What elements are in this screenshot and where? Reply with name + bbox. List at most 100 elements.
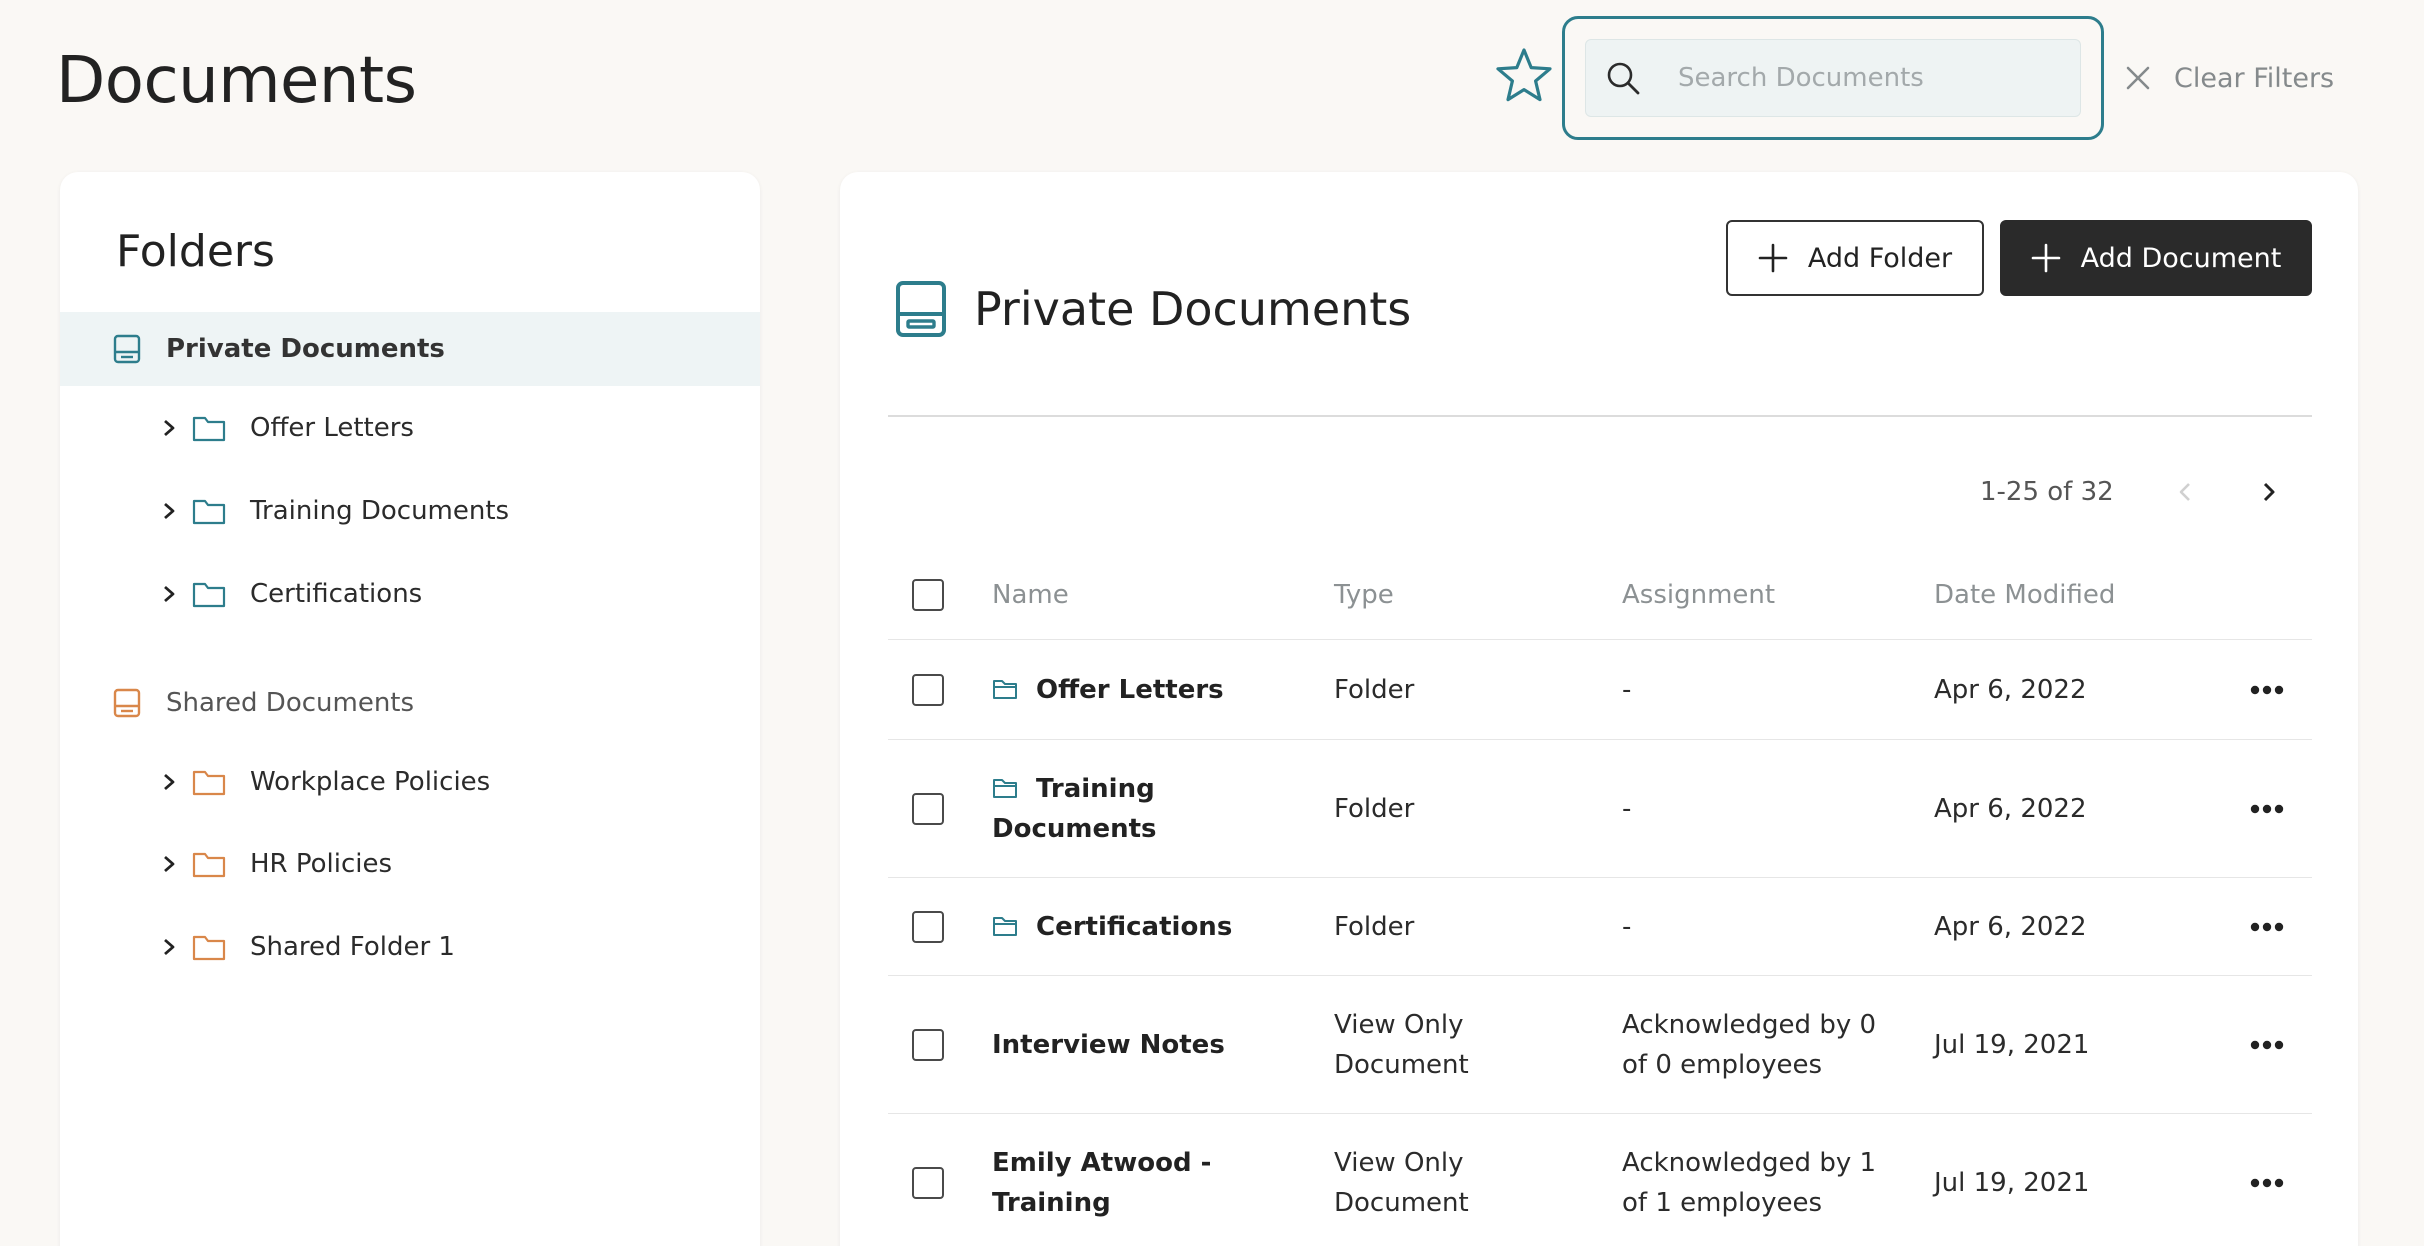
sidebar-folder-label: HR Policies (250, 849, 393, 879)
clear-filters-button[interactable]: Clear Filters (2124, 58, 2334, 98)
column-header-type[interactable]: Type (1334, 550, 1594, 639)
more-options-icon[interactable] (2250, 1177, 2284, 1189)
sidebar-folder-offer-letters[interactable]: Offer Letters (60, 398, 760, 458)
folder-icon (993, 679, 1017, 699)
header-checkbox-cell (912, 550, 944, 639)
row-name[interactable]: Emily Atwood - Training (992, 1143, 1322, 1223)
chevron-right-icon[interactable] (158, 417, 180, 439)
table-row[interactable]: Offer Letters Folder - Apr 6, 2022 (888, 640, 2312, 740)
search-box[interactable] (1585, 39, 2081, 117)
row-checkbox-cell (912, 740, 944, 877)
row-assignment: - (1622, 793, 1632, 824)
row-checkbox-cell (912, 976, 944, 1113)
sidebar-folder-label: Offer Letters (250, 413, 414, 443)
chevron-right-icon[interactable] (158, 771, 180, 793)
sidebar-folder-shared-folder-1[interactable]: Shared Folder 1 (60, 917, 760, 977)
table-header: Name Type Assignment Date Modified (888, 550, 2312, 640)
star-icon[interactable] (1494, 46, 1554, 106)
add-folder-label: Add Folder (1807, 242, 1953, 274)
folder-icon (192, 499, 226, 525)
table-row[interactable]: Emily Atwood - Training View Only Docume… (888, 1114, 2312, 1246)
row-more-cell (2250, 1114, 2284, 1246)
add-document-button[interactable]: Add Document (2000, 220, 2312, 296)
sidebar-folder-hr-policies[interactable]: HR Policies (60, 834, 760, 894)
add-document-label: Add Document (2080, 242, 2282, 274)
row-checkbox[interactable] (912, 1028, 944, 1061)
plus-icon (1758, 243, 1788, 273)
more-options-icon[interactable] (2250, 921, 2284, 933)
row-name[interactable]: Certifications (1036, 912, 1232, 942)
row-more-cell (2250, 740, 2284, 877)
documents-panel: Private Documents Add Folder Add Documen… (840, 172, 2358, 1246)
row-checkbox-cell (912, 878, 944, 975)
more-options-icon[interactable] (2250, 684, 2284, 696)
row-checkbox-cell (912, 1114, 944, 1246)
row-date-modified: Apr 6, 2022 (1934, 911, 2087, 942)
row-type: View Only Document (1334, 1009, 1469, 1080)
add-folder-button[interactable]: Add Folder (1726, 220, 1984, 296)
more-options-icon[interactable] (2250, 1039, 2284, 1051)
sidebar-item-private-documents[interactable]: Private Documents (60, 312, 760, 386)
chevron-right-icon[interactable] (158, 500, 180, 522)
row-name-cell: Certifications (992, 878, 1322, 975)
table-row[interactable]: Certifications Folder - Apr 6, 2022 (888, 878, 2312, 976)
row-checkbox[interactable] (912, 673, 944, 706)
clear-filters-label: Clear Filters (2174, 62, 2335, 94)
chevron-left-icon[interactable] (2172, 479, 2198, 505)
row-type: Folder (1334, 793, 1415, 824)
row-checkbox[interactable] (912, 1167, 944, 1199)
row-more-cell (2250, 640, 2284, 739)
folders-sidebar: Folders Private Documents Offer Letters … (60, 172, 760, 1246)
row-type: View Only Document (1334, 1148, 1469, 1218)
row-assignment: - (1622, 911, 1632, 942)
drawer-icon (113, 334, 141, 364)
row-checkbox[interactable] (912, 910, 944, 943)
row-name[interactable]: Interview Notes (992, 1025, 1225, 1065)
sidebar-item-label: Private Documents (166, 334, 445, 364)
drawer-icon (896, 281, 946, 337)
chevron-right-icon[interactable] (158, 583, 180, 605)
column-header-name[interactable]: Name (992, 550, 1322, 639)
search-input[interactable] (1678, 63, 2058, 93)
chevron-right-icon[interactable] (158, 853, 180, 875)
column-header-assignment[interactable]: Assignment (1622, 550, 1892, 639)
drawer-icon (113, 688, 141, 718)
sidebar-title: Folders (116, 226, 275, 277)
documents-page: Documents Clear Filters Folders P (0, 0, 2424, 1246)
row-name-cell: Emily Atwood - Training (992, 1114, 1322, 1246)
row-date-modified: Jul 19, 2021 (1934, 1168, 2090, 1198)
sidebar-item-shared-documents[interactable]: Shared Documents (60, 666, 760, 740)
table-row[interactable]: Training Documents Folder - Apr 6, 2022 (888, 740, 2312, 878)
column-header-date-modified[interactable]: Date Modified (1934, 550, 2194, 639)
sidebar-folder-label: Workplace Policies (250, 767, 491, 797)
folder-icon (192, 582, 226, 608)
sidebar-folder-training-documents[interactable]: Training Documents (60, 481, 760, 541)
row-more-cell (2250, 878, 2284, 975)
row-checkbox-cell (912, 640, 944, 739)
folder-icon (993, 916, 1017, 936)
pagination-count: 1-25 of 32 (1980, 477, 2114, 507)
search-focus-ring (1562, 16, 2104, 140)
folder-icon (192, 770, 226, 796)
select-all-checkbox[interactable] (912, 578, 944, 611)
chevron-right-icon[interactable] (2256, 479, 2282, 505)
row-type: Folder (1334, 674, 1415, 705)
close-icon (2126, 66, 2150, 90)
row-date-modified: Jul 19, 2021 (1934, 1029, 2090, 1060)
sidebar-folder-label: Training Documents (250, 496, 510, 526)
table-row[interactable]: Interview Notes View Only Document Ackno… (888, 976, 2312, 1114)
row-name-cell: Offer Letters (992, 640, 1322, 739)
row-assignment: - (1622, 674, 1632, 705)
panel-divider (888, 415, 2312, 417)
folder-icon (993, 778, 1017, 798)
chevron-right-icon[interactable] (158, 936, 180, 958)
row-checkbox[interactable] (912, 792, 944, 825)
sidebar-folder-workplace-policies[interactable]: Workplace Policies (60, 752, 760, 812)
page-title: Documents (56, 44, 417, 118)
row-date-modified: Apr 6, 2022 (1934, 793, 2087, 824)
row-assignment: Acknowledged by 0 of 0 employees (1622, 1009, 1877, 1080)
sidebar-folder-certifications[interactable]: Certifications (60, 564, 760, 624)
row-name[interactable]: Offer Letters (1036, 675, 1224, 705)
more-options-icon[interactable] (2250, 803, 2284, 815)
panel-title: Private Documents (974, 282, 1412, 336)
